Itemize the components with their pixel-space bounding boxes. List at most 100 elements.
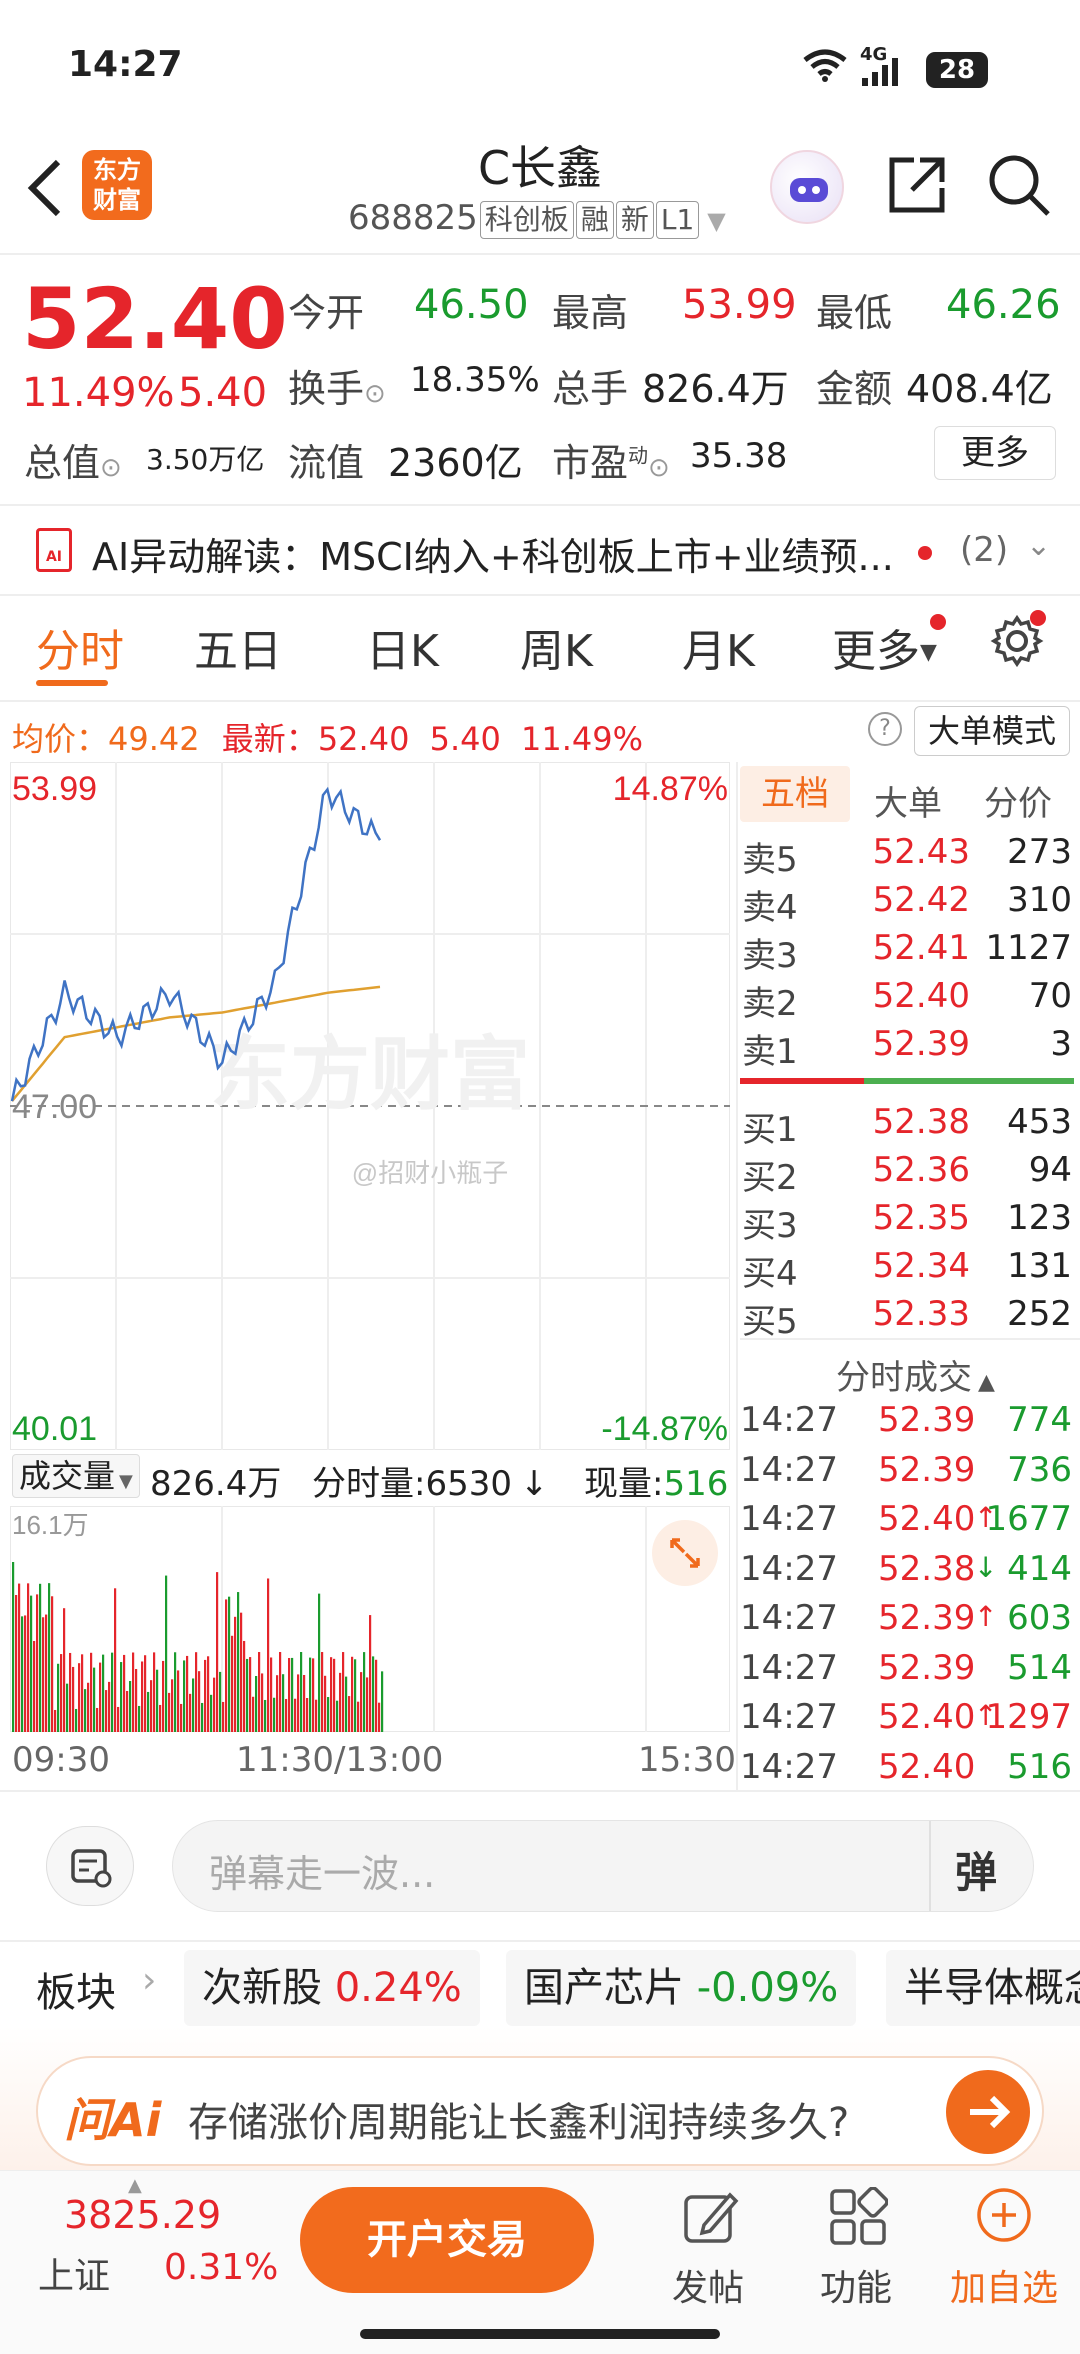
open-value: 46.50: [414, 282, 529, 328]
danmu-settings-icon[interactable]: [46, 1826, 134, 1906]
volume-bar: [183, 1660, 186, 1732]
volume-bar: [303, 1674, 306, 1732]
tick-volume: 603: [1007, 1598, 1072, 1638]
danmu-input[interactable]: 弹幕走一波... 弹: [172, 1820, 1034, 1912]
ai-banner-text: AI异动解读：MSCI纳入+科创板上市+业绩预...: [92, 535, 894, 579]
home-indicator: [360, 2329, 720, 2339]
volume-bar: [135, 1668, 138, 1732]
tick-price: 52.39: [878, 1598, 976, 1638]
ai-banner-count: (2): [960, 530, 1009, 570]
add-watchlist-icon[interactable]: [974, 2185, 1034, 2245]
current-volume: 现量:516: [584, 1464, 729, 1504]
intraday-price-chart[interactable]: 东方财富 @招财小瓶子 53.99 47.00 40.01 14.87% -14…: [10, 762, 730, 1450]
function-label[interactable]: 功能: [820, 2259, 892, 2311]
tick-volume: 516: [1007, 1746, 1072, 1787]
tab-weekly-k[interactable]: 周K: [520, 615, 593, 679]
total-volume: 826.4万: [150, 1464, 282, 1504]
tab-daily-k[interactable]: 日K: [366, 615, 439, 679]
function-grid-icon[interactable]: [828, 2186, 889, 2247]
tab-more[interactable]: 更多: [832, 615, 920, 679]
share-icon[interactable]: [884, 152, 950, 218]
float-label: 流值: [288, 441, 365, 485]
volume-bar: [375, 1659, 378, 1732]
big-order-mode-button[interactable]: 大单模式: [914, 706, 1070, 756]
tab-monthly-k[interactable]: 月K: [682, 615, 755, 679]
tick-time: 14:27: [740, 1499, 838, 1539]
index-pct[interactable]: 0.31%: [164, 2247, 278, 2288]
volume-bar: [72, 1666, 75, 1732]
volume-bar: [54, 1709, 57, 1732]
tab-five-level[interactable]: 五档: [740, 766, 850, 822]
amount-value: 408.4亿: [906, 367, 1053, 411]
tab-intraday[interactable]: 分时: [36, 615, 124, 679]
volume-bar: [231, 1635, 234, 1732]
tab-five-day[interactable]: 五日: [194, 615, 282, 679]
volume-bar: [33, 1640, 36, 1732]
tab-price-dist[interactable]: 分价: [984, 776, 1052, 825]
ask-volume: 70: [1028, 976, 1072, 1016]
volume-bar: [258, 1652, 261, 1732]
ask-ai-bar[interactable]: 问Ai 存储涨价周期能让长鑫利润持续多久?: [36, 2056, 1044, 2166]
volume-bar: [273, 1697, 276, 1732]
post-edit-icon[interactable]: [680, 2187, 740, 2247]
tick-volume: 414: [1007, 1548, 1072, 1589]
expand-icon[interactable]: [652, 1520, 718, 1586]
volume-bar: [378, 1702, 381, 1732]
ticks-title[interactable]: 分时成交 ▲: [836, 1350, 995, 1399]
volume-bar: [330, 1657, 333, 1732]
bid-volume: 453: [1007, 1102, 1072, 1142]
volume-bar: [12, 1562, 15, 1732]
sector-chip-1[interactable]: 次新股 0.24%: [184, 1950, 480, 2026]
volume-bar: [300, 1652, 303, 1732]
index-value[interactable]: 3825.29: [64, 2193, 221, 2237]
ask-level-label: 卖5: [742, 840, 798, 880]
volume-bar: [357, 1701, 360, 1732]
volume-bar: [36, 1594, 39, 1732]
volume-chart[interactable]: 16.1万: [10, 1506, 730, 1732]
volume-bar: [261, 1673, 264, 1732]
post-label[interactable]: 发帖: [672, 2259, 744, 2311]
sector-chip-3[interactable]: 半导体概念: [886, 1950, 1080, 2026]
bid-level-label: 买5: [742, 1302, 798, 1342]
bid-price: 52.33: [872, 1294, 970, 1334]
volume-bar: [195, 1652, 198, 1732]
pe-value: 35.38: [690, 436, 788, 476]
volume-selector[interactable]: 成交量 ▼: [12, 1454, 140, 1498]
volume-bar: [75, 1708, 78, 1732]
tag-star-market: 科创板: [479, 201, 574, 239]
price-change: 5.40: [178, 370, 268, 416]
caret-up-icon: ▲: [978, 1370, 995, 1395]
bottom-nav: ▲ 3825.29 上证 0.31% 开户交易 发帖 功能 加自选: [0, 2170, 1080, 2354]
chart-watermark: 东方财富: [210, 1030, 530, 1119]
open-account-trade-button[interactable]: 开户交易: [300, 2187, 594, 2293]
stock-code-row[interactable]: 688825 科创板融新 L1 ▼: [348, 198, 726, 239]
volume-bar: [240, 1612, 243, 1732]
volume-label: 总手: [552, 367, 629, 411]
tick-price: 52.39: [878, 1449, 976, 1490]
volume-bar: [270, 1657, 273, 1732]
more-button[interactable]: 更多: [934, 426, 1056, 480]
help-icon[interactable]: ?: [868, 712, 902, 746]
bid-volume: 131: [1007, 1246, 1072, 1286]
index-name[interactable]: 上证: [38, 2247, 110, 2299]
add-watchlist-label[interactable]: 加自选: [950, 2259, 1058, 2311]
volume-bar: [285, 1698, 288, 1732]
tick-time: 14:27: [740, 1400, 838, 1440]
ai-analysis-banner[interactable]: AI AI异动解读：MSCI纳入+科创板上市+业绩预... (2) ⌄: [0, 506, 1080, 594]
volume-bar: [159, 1704, 162, 1732]
tab-big-orders[interactable]: 大单: [874, 776, 942, 825]
sector-chip-2[interactable]: 国产芯片 -0.09%: [506, 1950, 857, 2026]
tick-volume: 1677: [985, 1499, 1072, 1539]
ai-robot-icon[interactable]: [770, 150, 844, 224]
volume-bar: [252, 1696, 255, 1732]
volume-bar: [84, 1689, 87, 1732]
bid-volume: 123: [1007, 1198, 1072, 1238]
volume-bar: [333, 1658, 336, 1732]
volume-bar: [297, 1674, 300, 1732]
search-icon[interactable]: [986, 152, 1052, 218]
tick-time: 14:27: [740, 1449, 838, 1490]
open-label: 今开: [288, 291, 365, 335]
ask-price: 52.40: [872, 976, 970, 1016]
info-icon: ⊙: [648, 453, 670, 483]
ask-ai-logo: 问Ai: [64, 2093, 162, 2147]
